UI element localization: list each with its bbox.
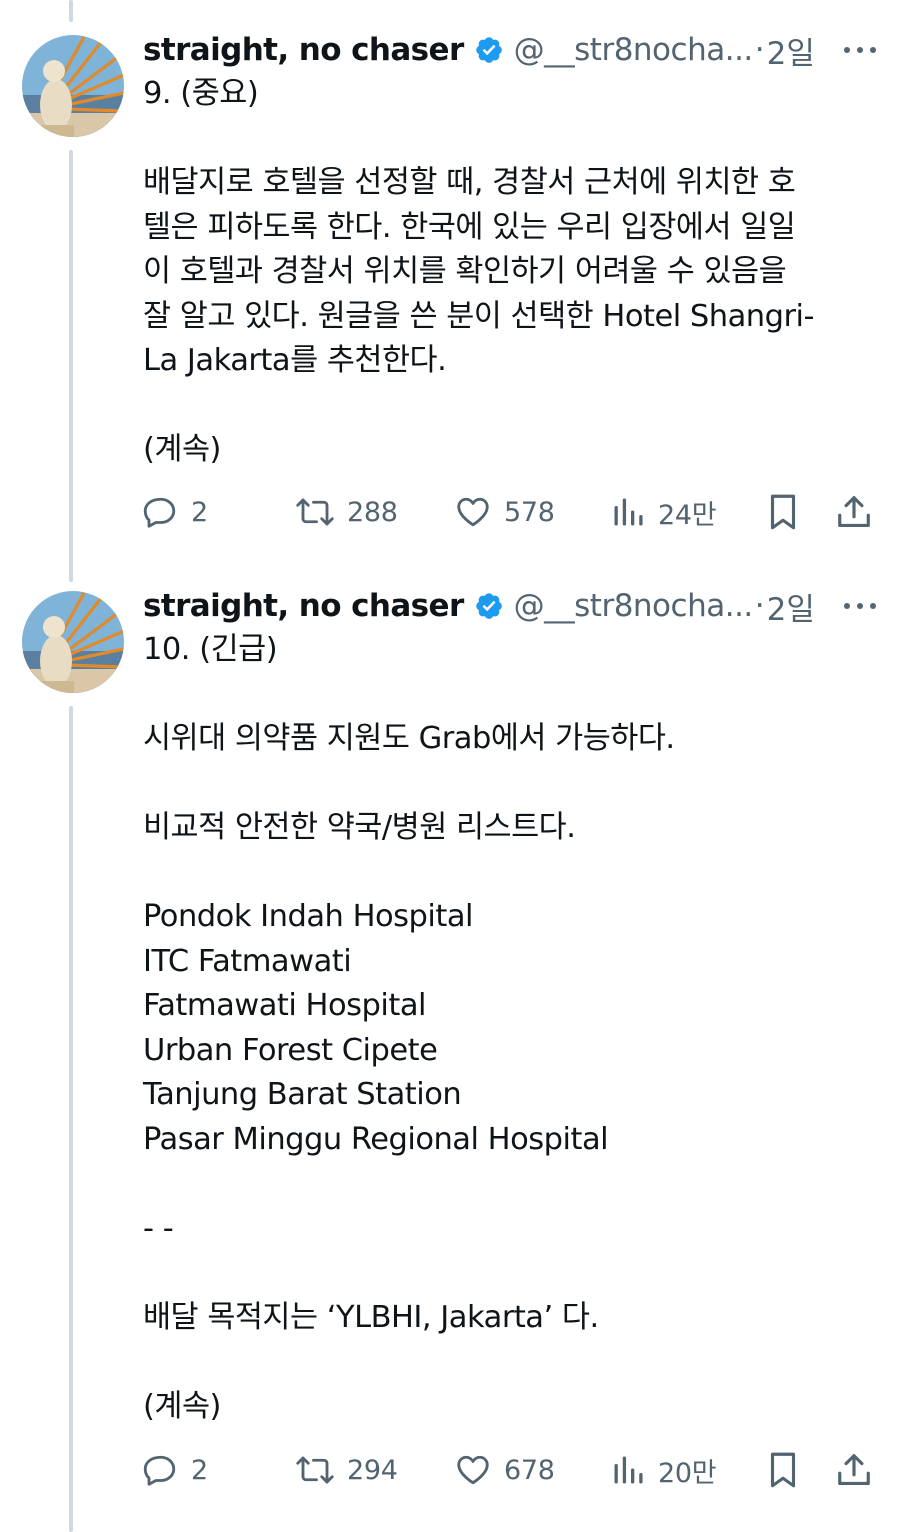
text-line: - - — [143, 1210, 174, 1246]
author-handle[interactable]: @__str8nocha... — [514, 588, 754, 624]
hospital-item: Urban Forest Cipete — [143, 1032, 438, 1068]
more-icon[interactable] — [840, 592, 880, 620]
hospital-item: Pasar Minggu Regional Hospital — [143, 1121, 609, 1157]
separator-dot: · — [754, 588, 765, 624]
more-icon[interactable] — [840, 36, 880, 64]
action-bar: 2 294 678 20만 — [143, 1448, 883, 1492]
tweet-text: 10. (긴급) ​ 시위대 의약품 지원도 Grab에서 가능하다. ​ 비교… — [143, 628, 863, 1429]
text-line: ​ — [143, 673, 863, 718]
reply-icon — [143, 1452, 179, 1488]
author-handle[interactable]: @__str8nocha... — [514, 32, 754, 68]
views-button[interactable]: 20만 — [610, 1448, 717, 1492]
text-line: ​ — [143, 117, 863, 162]
bookmark-icon — [765, 492, 801, 532]
tweet-header: straight, no chaser @__str8nocha... · 2일 — [143, 584, 880, 628]
hospital-item: Pondok Indah Hospital — [143, 899, 474, 934]
reply-count: 2 — [191, 1454, 208, 1486]
verified-badge-icon — [474, 591, 504, 621]
text-line: ​ — [143, 1251, 863, 1296]
retweet-button[interactable]: 288 — [295, 490, 398, 534]
verified-badge-icon — [474, 35, 504, 65]
text-line: 배달 목적지는 ‘YLBHI, Jakarta’ 다. — [143, 1299, 599, 1335]
retweet-icon — [295, 1452, 335, 1488]
text-line: ​ — [143, 1340, 863, 1385]
like-button[interactable]: 678 — [454, 1448, 555, 1492]
text-line: ​ — [143, 1162, 863, 1207]
share-icon — [835, 493, 873, 531]
retweet-count: 288 — [347, 496, 398, 528]
reply-icon — [143, 494, 179, 530]
hospital-item: ITC Fatmawati — [143, 943, 352, 979]
views-button[interactable]: 24만 — [610, 490, 717, 534]
like-button[interactable]: 578 — [454, 490, 555, 534]
reply-button[interactable]: 2 — [143, 490, 208, 534]
text-line: 10. (긴급) — [143, 632, 278, 667]
author-name[interactable]: straight, no chaser — [143, 32, 464, 68]
share-button[interactable] — [835, 1448, 873, 1492]
text-line: 텔은 피하도록 한다. 한국에 있는 우리 입장에서 일일 — [143, 209, 796, 245]
like-count: 678 — [504, 1454, 555, 1486]
text-line: 9. (중요) — [143, 76, 259, 111]
action-bar: 2 288 578 24만 — [143, 490, 883, 534]
text-line: ​ — [143, 762, 863, 807]
avatar[interactable] — [22, 591, 124, 693]
text-line: 배달지로 호텔을 선정할 때, 경찰서 근처에 위치한 호 — [143, 165, 796, 200]
like-count: 578 — [504, 496, 555, 528]
share-button[interactable] — [835, 490, 873, 534]
tweet-text: 9. (중요) ​ 배달지로 호텔을 선정할 때, 경찰서 근처에 위치한 호 … — [143, 72, 863, 473]
bookmark-button[interactable] — [765, 1448, 801, 1492]
avatar[interactable] — [22, 35, 124, 137]
views-icon — [610, 494, 646, 530]
separator-dot: · — [754, 32, 765, 68]
author-name[interactable]: straight, no chaser — [143, 588, 464, 624]
like-icon — [454, 1452, 492, 1488]
tweet-header: straight, no chaser @__str8nocha... · 2일 — [143, 28, 880, 72]
reply-count: 2 — [191, 496, 208, 528]
timestamp[interactable]: 2일 — [767, 584, 815, 629]
like-icon — [454, 494, 492, 530]
bookmark-icon — [765, 1450, 801, 1490]
timestamp[interactable]: 2일 — [767, 28, 815, 73]
text-line: 비교적 안전한 약국/병원 리스트다. — [143, 810, 576, 845]
reply-button[interactable]: 2 — [143, 1448, 208, 1492]
share-icon — [835, 1451, 873, 1489]
text-line: 이 호텔과 경찰서 위치를 확인하기 어려울 수 있음을 — [143, 254, 787, 289]
views-count: 24만 — [658, 499, 717, 531]
tweet-9[interactable]: straight, no chaser @__str8nocha... · 2일… — [0, 0, 900, 560]
retweet-button[interactable]: 294 — [295, 1448, 398, 1492]
tweet-10[interactable]: straight, no chaser @__str8nocha... · 2일… — [0, 556, 900, 1532]
hospital-item: Tanjung Barat Station — [143, 1077, 462, 1112]
views-count: 20만 — [658, 1457, 717, 1489]
text-line: (계속) — [143, 1388, 221, 1424]
bookmark-button[interactable] — [765, 490, 801, 534]
text-line: (계속) — [143, 432, 221, 467]
hospital-item: Fatmawati Hospital — [143, 988, 427, 1023]
retweet-count: 294 — [347, 1454, 398, 1486]
text-line: ​ — [143, 851, 863, 896]
text-line: 잘 알고 있다. 원글을 쓴 분이 선택한 Hotel Shangri- — [143, 298, 814, 334]
text-line: 시위대 의약품 지원도 Grab에서 가능하다. — [143, 721, 675, 756]
text-line: ​ — [143, 384, 863, 429]
retweet-icon — [295, 494, 335, 530]
views-icon — [610, 1452, 646, 1488]
text-line: La Jakarta를 추천한다. — [143, 343, 447, 378]
